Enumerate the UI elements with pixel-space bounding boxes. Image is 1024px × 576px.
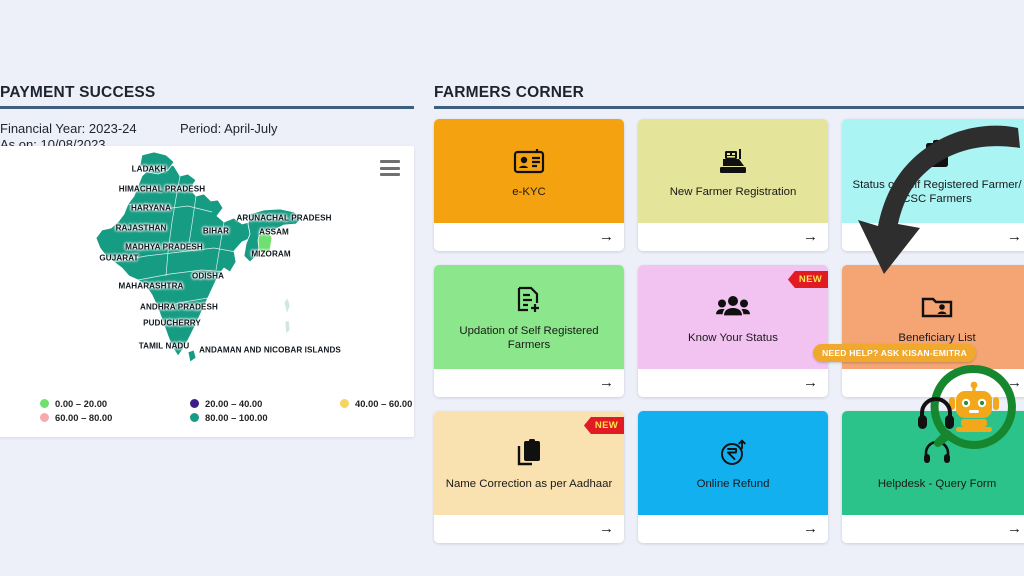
people-group-icon — [716, 290, 750, 324]
tile-label: Know Your Status — [688, 331, 778, 344]
farmers-corner-divider — [434, 106, 1024, 109]
rupee-refund-icon — [718, 436, 748, 470]
legend-item[interactable]: 20.00 – 40.00 — [190, 398, 340, 409]
page-title: PAYMENT SUCCESS — [0, 84, 156, 101]
new-badge: NEW — [583, 417, 624, 434]
tile-label: Helpdesk - Query Form — [877, 477, 997, 490]
tile-footer: → — [434, 223, 624, 251]
clipboard-icon — [924, 137, 950, 171]
tile-body: Updation of Self Registered Farmers — [434, 265, 624, 369]
map-label-gujarat: GUJARAT — [99, 253, 139, 263]
legend-item[interactable]: 40.00 – 60.00 — [340, 398, 414, 409]
tile-label: New Farmer Registration — [669, 185, 797, 198]
farmers-corner-grid: e-KYC → New Farmer Registration → Status… — [434, 119, 1024, 543]
clipboard-copy-icon — [515, 436, 543, 470]
tile-label: Updation of Self Registered Farmers — [459, 324, 599, 351]
headset-overlay-icon — [918, 397, 954, 429]
cash-register-icon — [717, 144, 749, 178]
legend-swatch-icon — [190, 399, 199, 408]
folder-user-icon — [921, 290, 953, 324]
farmers-corner-title: FARMERS CORNER — [434, 84, 585, 101]
id-card-icon — [513, 144, 545, 178]
tile-status-self-registered-farmer[interactable]: Status of Self Registered Farmer/ CSC Fa… — [842, 119, 1024, 251]
tile-arrow-icon[interactable]: → — [599, 228, 614, 245]
legend-label: 40.00 – 60.00 — [355, 398, 413, 409]
tile-footer: → — [638, 515, 828, 543]
tile-body: e-KYC — [434, 119, 624, 223]
legend-label: 80.00 – 100.00 — [205, 412, 268, 423]
legend-item[interactable]: 0.00 – 20.00 — [40, 398, 190, 409]
map-legend: 0.00 – 20.00 20.00 – 40.00 40.00 – 60.00… — [40, 398, 412, 423]
map-label-assam: ASSAM — [259, 227, 289, 237]
period-label: Period: April-July — [180, 121, 278, 136]
map-region-andaman — [283, 297, 291, 316]
tile-arrow-icon[interactable]: → — [803, 374, 818, 391]
legend-item[interactable]: 80.00 – 100.00 — [190, 412, 340, 423]
tile-label: Online Refund — [696, 477, 770, 490]
page-root: PAYMENT SUCCESS Financial Year: 2023-24 … — [0, 0, 1024, 576]
map-region-south-islet — [187, 349, 197, 363]
map-label-madhya-pradesh: MADHYA PRADESH — [125, 242, 203, 252]
financial-year-label: Financial Year: 2023-24 — [0, 121, 137, 136]
legend-label: 60.00 – 80.00 — [55, 412, 113, 423]
tile-body: Online Refund — [638, 411, 828, 515]
tile-arrow-icon[interactable]: → — [599, 520, 614, 537]
map-label-bihar: BIHAR — [202, 226, 230, 236]
tile-label: Beneficiary List — [898, 331, 976, 344]
tile-footer: → — [638, 223, 828, 251]
new-badge: NEW — [787, 271, 828, 288]
tile-footer: → — [434, 369, 624, 397]
tile-label: e-KYC — [512, 185, 546, 198]
map-label-andaman-nicobar: ANDAMAN AND NICOBAR ISLANDS — [199, 345, 341, 355]
tile-footer: → — [842, 515, 1024, 543]
map-label-mizoram: MIZORAM — [251, 249, 291, 259]
document-plus-icon — [515, 283, 543, 317]
tile-arrow-icon[interactable]: → — [1007, 520, 1022, 537]
legend-swatch-icon — [40, 399, 49, 408]
tile-footer: → — [638, 369, 828, 397]
map-region-nicobar — [284, 319, 291, 335]
tile-new-farmer-registration[interactable]: New Farmer Registration → — [638, 119, 828, 251]
legend-swatch-icon — [190, 413, 199, 422]
legend-label: 0.00 – 20.00 — [55, 398, 108, 409]
tile-arrow-icon[interactable]: → — [803, 520, 818, 537]
legend-swatch-icon — [40, 413, 49, 422]
tile-know-your-status[interactable]: Know Your Status NEW → — [638, 265, 828, 397]
legend-swatch-icon — [340, 399, 349, 408]
tile-online-refund[interactable]: Online Refund → — [638, 411, 828, 543]
farmers-corner-panel: FARMERS CORNER e-KYC → New Farmer Regist… — [434, 0, 1024, 576]
tile-footer: → — [434, 515, 624, 543]
tile-name-correction-aadhaar[interactable]: Name Correction as per Aadhaar NEW → — [434, 411, 624, 543]
tile-body: New Farmer Registration — [638, 119, 828, 223]
map-label-puducherry: PUDUCHERRY — [143, 318, 201, 328]
payment-success-map-card: LADAKH HIMACHAL PRADESH HARYANA RAJASTHA… — [0, 146, 414, 437]
section-divider — [0, 106, 414, 109]
map-label-andhra-pradesh: ANDHRA PRADESH — [140, 302, 218, 312]
tile-updation-self-registered-farmers[interactable]: Updation of Self Registered Farmers → — [434, 265, 624, 397]
payment-success-panel: PAYMENT SUCCESS Financial Year: 2023-24 … — [0, 0, 425, 576]
map-label-ladakh: LADAKH — [131, 164, 167, 174]
tile-arrow-icon[interactable]: → — [599, 374, 614, 391]
map-label-himachal-pradesh: HIMACHAL PRADESH — [118, 184, 206, 194]
legend-item[interactable]: 60.00 – 80.00 — [40, 412, 190, 423]
map-label-arunachal-pradesh: ARUNACHAL PRADESH — [236, 213, 332, 223]
tile-footer: → — [842, 223, 1024, 251]
map-label-tamil-nadu: TAMIL NADU — [138, 341, 190, 351]
tile-body: Status of Self Registered Farmer/ CSC Fa… — [842, 119, 1024, 223]
india-choropleth-map[interactable]: LADAKH HIMACHAL PRADESH HARYANA RAJASTHA… — [0, 152, 414, 388]
map-label-odisha: ODISHA — [191, 271, 225, 281]
map-label-maharashtra: MAHARASHTRA — [118, 281, 184, 291]
legend-label: 20.00 – 40.00 — [205, 398, 263, 409]
map-label-rajasthan: RAJASTHAN — [115, 223, 167, 233]
tile-arrow-icon[interactable]: → — [803, 228, 818, 245]
tile-label: Status of Self Registered Farmer/ CSC Fa… — [852, 178, 1022, 205]
map-label-haryana: HARYANA — [130, 203, 172, 213]
tile-label: Name Correction as per Aadhaar — [445, 477, 613, 490]
tile-e-kyc[interactable]: e-KYC → — [434, 119, 624, 251]
tile-arrow-icon[interactable]: → — [1007, 228, 1022, 245]
emitra-tooltip[interactable]: NEED HELP? ASK KISAN-EMITRA — [813, 344, 976, 362]
